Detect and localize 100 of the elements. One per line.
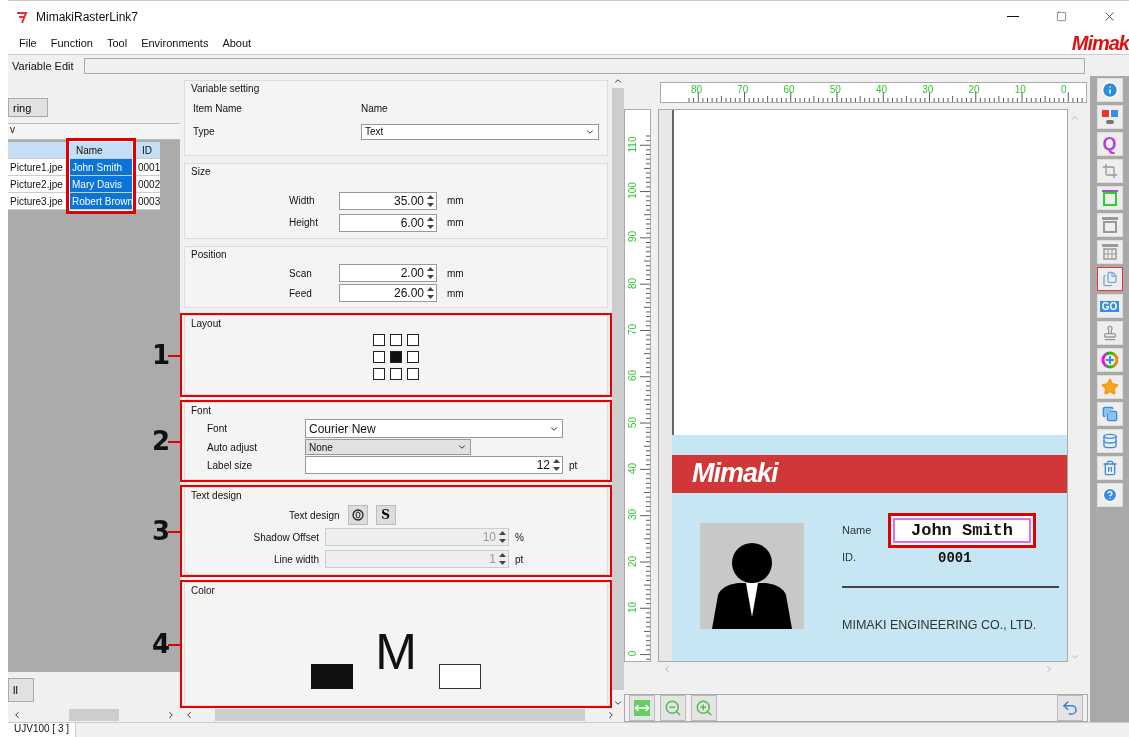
ruler-label: 20 — [626, 554, 638, 569]
table-cell: Picture3.jpe — [8, 193, 66, 210]
scroll-left-icon — [12, 710, 22, 720]
ruler-label: 30 — [626, 508, 638, 523]
info-icon — [1100, 81, 1119, 99]
card-label: ID. — [842, 550, 858, 563]
trash-icon — [1101, 460, 1118, 476]
auto-adjust-dropdown[interactable]: None — [305, 439, 471, 455]
table-cell[interactable]: John Smith — [70, 159, 132, 176]
layout-anchor[interactable] — [390, 368, 402, 380]
table-cell: 0002 — [136, 176, 160, 193]
grid-icon — [1100, 243, 1119, 261]
toolbar-button[interactable] — [1096, 267, 1123, 291]
number-field[interactable]: 12 — [305, 456, 563, 475]
group-title: Text design — [191, 490, 242, 501]
zoom-out-button[interactable] — [660, 694, 686, 721]
font-dropdown[interactable]: Courier New — [305, 419, 563, 439]
unit-label: % — [515, 531, 524, 543]
unit-label: mm — [447, 195, 464, 207]
unit-label: pt — [569, 459, 578, 471]
spinner-arrows-icon[interactable] — [426, 215, 435, 230]
spinner-arrows-icon[interactable] — [426, 286, 435, 300]
crop-icon — [1101, 163, 1118, 179]
maximize-icon — [1055, 11, 1067, 22]
menu-item[interactable]: Function — [43, 37, 100, 49]
spinner-arrows-icon[interactable] — [552, 458, 561, 473]
copy-icon — [1101, 406, 1118, 422]
field-label: Width — [289, 195, 316, 207]
unit-label: pt — [515, 553, 524, 565]
field-label: Line width — [272, 553, 319, 565]
shadow-button[interactable]: S — [375, 505, 396, 525]
number-field[interactable]: 35.00 — [339, 191, 437, 210]
scroll-down-icon — [613, 698, 623, 708]
unit-label: mm — [447, 287, 464, 299]
icon-label: GO — [1099, 300, 1120, 312]
table-cell[interactable]: Mary Davis — [70, 176, 132, 193]
fill-swatch[interactable] — [311, 664, 354, 689]
scrollbar[interactable] — [612, 76, 624, 708]
brand-logo: Mimak — [1071, 32, 1129, 54]
color-wheel-icon — [1100, 351, 1119, 369]
tab-label[interactable]: Variable Edit — [12, 59, 74, 72]
ruler-label: 20 — [968, 84, 980, 95]
toolbar-button[interactable]: Q — [1096, 132, 1123, 156]
type-dropdown[interactable]: Text — [361, 123, 599, 140]
group-title: Size — [191, 166, 211, 177]
scroll-right-icon — [1044, 663, 1054, 674]
callout-number: 4 — [152, 629, 171, 659]
menu-item[interactable]: Environments — [134, 37, 216, 49]
layout-anchor[interactable] — [407, 334, 419, 346]
list-header: v — [8, 123, 180, 140]
button[interactable]: ring — [8, 98, 48, 117]
undo-button[interactable] — [1057, 694, 1083, 721]
minimize-icon — [1007, 16, 1019, 17]
ruler-label: 90 — [626, 230, 638, 245]
outline-text-icon — [351, 509, 364, 521]
group-title: Variable setting — [191, 83, 260, 94]
number-field[interactable]: 6.00 — [339, 213, 437, 232]
spinner-arrows-icon[interactable] — [426, 193, 435, 208]
field-label: Feed — [289, 287, 313, 299]
unit-label: mm — [447, 267, 464, 279]
help-icon — [1101, 487, 1118, 503]
button[interactable]: ll — [8, 678, 34, 702]
stroke-swatch[interactable] — [438, 664, 481, 689]
fit-button[interactable] — [629, 694, 655, 721]
menu-item[interactable]: File — [12, 37, 44, 49]
number-field[interactable]: 26.00 — [339, 284, 437, 302]
field-label: Auto adjust — [207, 441, 259, 453]
fit-width-icon — [634, 699, 650, 716]
table-cell: Picture2.jpe — [8, 176, 66, 193]
documents-icon — [1101, 271, 1118, 287]
menu-item[interactable]: About — [215, 37, 259, 49]
star-icon — [1100, 378, 1119, 396]
layout-anchor[interactable] — [390, 334, 402, 346]
layout-anchor[interactable] — [407, 368, 419, 380]
field-label: Scan — [289, 267, 313, 279]
layout-anchor[interactable] — [373, 351, 385, 363]
menu-item[interactable]: Tool — [99, 37, 135, 49]
name-text-object[interactable]: John Smith — [893, 517, 1032, 543]
scroll-left-icon — [184, 710, 194, 720]
layout-anchor[interactable] — [373, 368, 385, 380]
layout-anchor[interactable] — [373, 334, 385, 346]
scroll-right-icon — [606, 710, 616, 720]
callout-number: 2 — [152, 426, 171, 456]
card-logo: Mimaki — [692, 458, 778, 490]
layout-anchor[interactable] — [407, 351, 419, 363]
column-header: ID — [136, 142, 160, 159]
outline-button[interactable] — [347, 505, 368, 525]
zoom-in-button[interactable] — [691, 694, 717, 721]
spinner-arrows-icon[interactable] — [426, 266, 435, 280]
table-cell[interactable]: Robert Brown — [70, 193, 132, 210]
group-title: Font — [191, 405, 211, 416]
ruler-label: 0 — [1061, 84, 1067, 95]
number-field[interactable]: 2.00 — [339, 264, 437, 282]
field-label: Label size — [207, 459, 254, 471]
ruler-label: 70 — [737, 84, 749, 95]
company-text: MIMAKI ENGINEERING CO., LTD. — [842, 617, 1038, 632]
scroll-right-icon — [166, 710, 176, 720]
ruler-label: 80 — [691, 84, 703, 95]
zoom-in-icon — [695, 698, 713, 717]
scroll-left-icon — [662, 663, 672, 674]
